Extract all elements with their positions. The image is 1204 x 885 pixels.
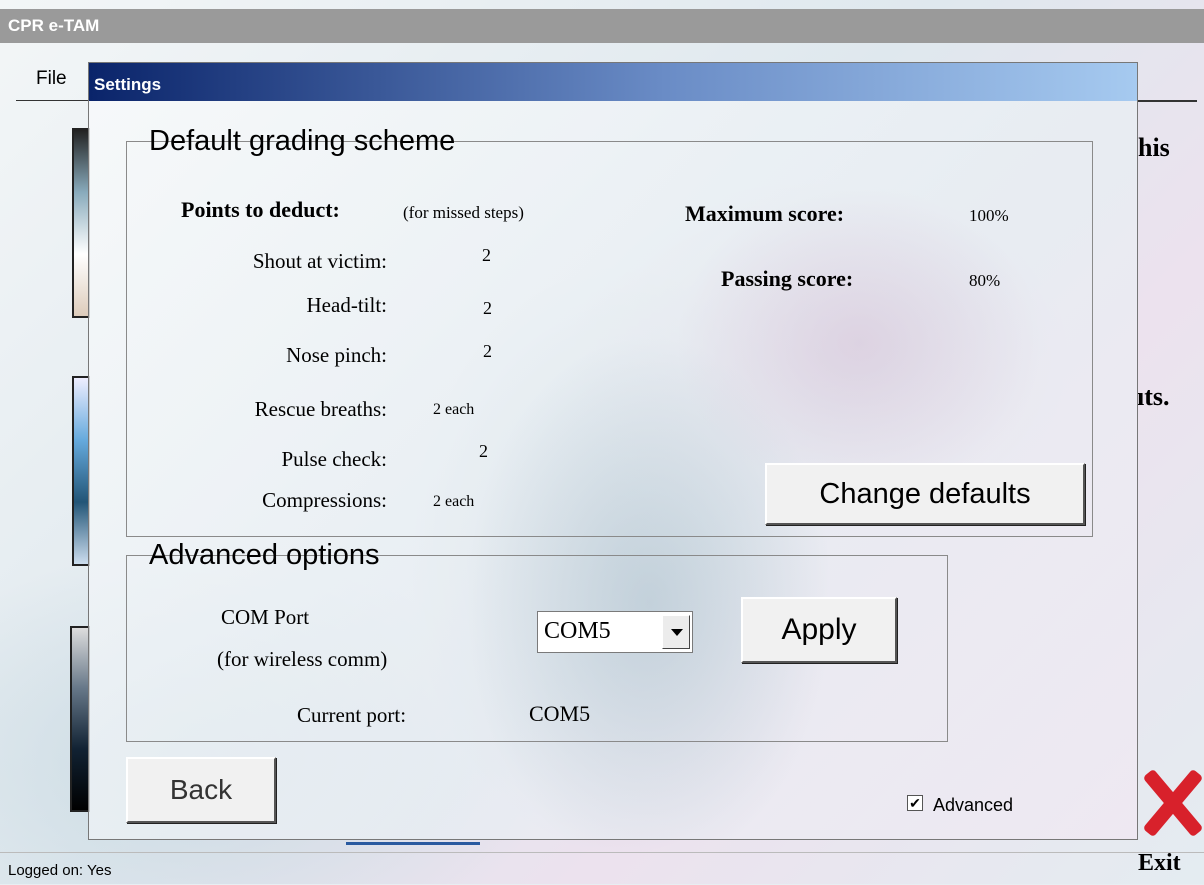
grading-legend: Default grading scheme [149,125,456,157]
points-heading: Points to deduct: [181,197,340,222]
status-progress-line [346,842,480,845]
max-score-value: 100% [969,206,1009,225]
step-value-rescue: 2 each [433,401,475,418]
step-value-headtilt: 2 [483,298,492,318]
advanced-checkbox[interactable]: ✔ [907,795,923,811]
current-port-label: Current port: [297,703,407,727]
exit-icon[interactable] [1138,768,1204,838]
settings-dialog: Settings Default grading scheme Points t… [88,62,1138,840]
background-thumbnail-3 [70,626,90,812]
step-label-pulse: Pulse check: [281,447,387,471]
pass-score-label: Passing score: [721,266,854,291]
step-value-pulse: 2 [479,441,488,461]
chevron-down-icon[interactable] [662,615,690,649]
step-value-nosepinch: 2 [483,341,492,361]
change-defaults-button[interactable]: Change defaults [765,463,1085,525]
status-bar [0,852,1204,885]
points-note: (for missed steps) [403,203,524,222]
step-value-compressions: 2 each [433,493,475,510]
advanced-legend: Advanced options [149,539,380,571]
background-text-mid: ıts. [1137,382,1170,411]
com-port-select[interactable]: COM5 [537,611,693,653]
com-port-sublabel: (for wireless comm) [217,647,388,671]
advanced-checkbox-label[interactable]: Advanced [933,795,1013,816]
menu-file[interactable]: File [36,68,67,90]
step-label-nosepinch: Nose pinch: [286,343,387,367]
background-text-top: his [1138,133,1170,162]
check-icon: ✔ [909,795,921,811]
apply-button[interactable]: Apply [741,597,897,663]
step-label-compressions: Compressions: [262,488,387,512]
com-port-label: COM Port [221,605,310,629]
step-value-shout: 2 [482,245,491,265]
back-button[interactable]: Back [126,757,276,823]
step-label-headtilt: Head-tilt: [306,293,387,317]
menu-divider [16,100,96,101]
current-port-value: COM5 [529,701,591,726]
max-score-label: Maximum score: [685,201,845,226]
step-label-shout: Shout at victim: [252,249,387,273]
step-label-rescue: Rescue breaths: [254,397,387,421]
app-title-bar: CPR e-TAM [0,9,1204,43]
com-port-selected: COM5 [544,618,611,644]
pass-score-value: 80% [969,271,1001,290]
status-text: Logged on: Yes [8,862,112,879]
menu-divider-right [1137,100,1197,102]
dialog-title: Settings [89,63,1137,101]
